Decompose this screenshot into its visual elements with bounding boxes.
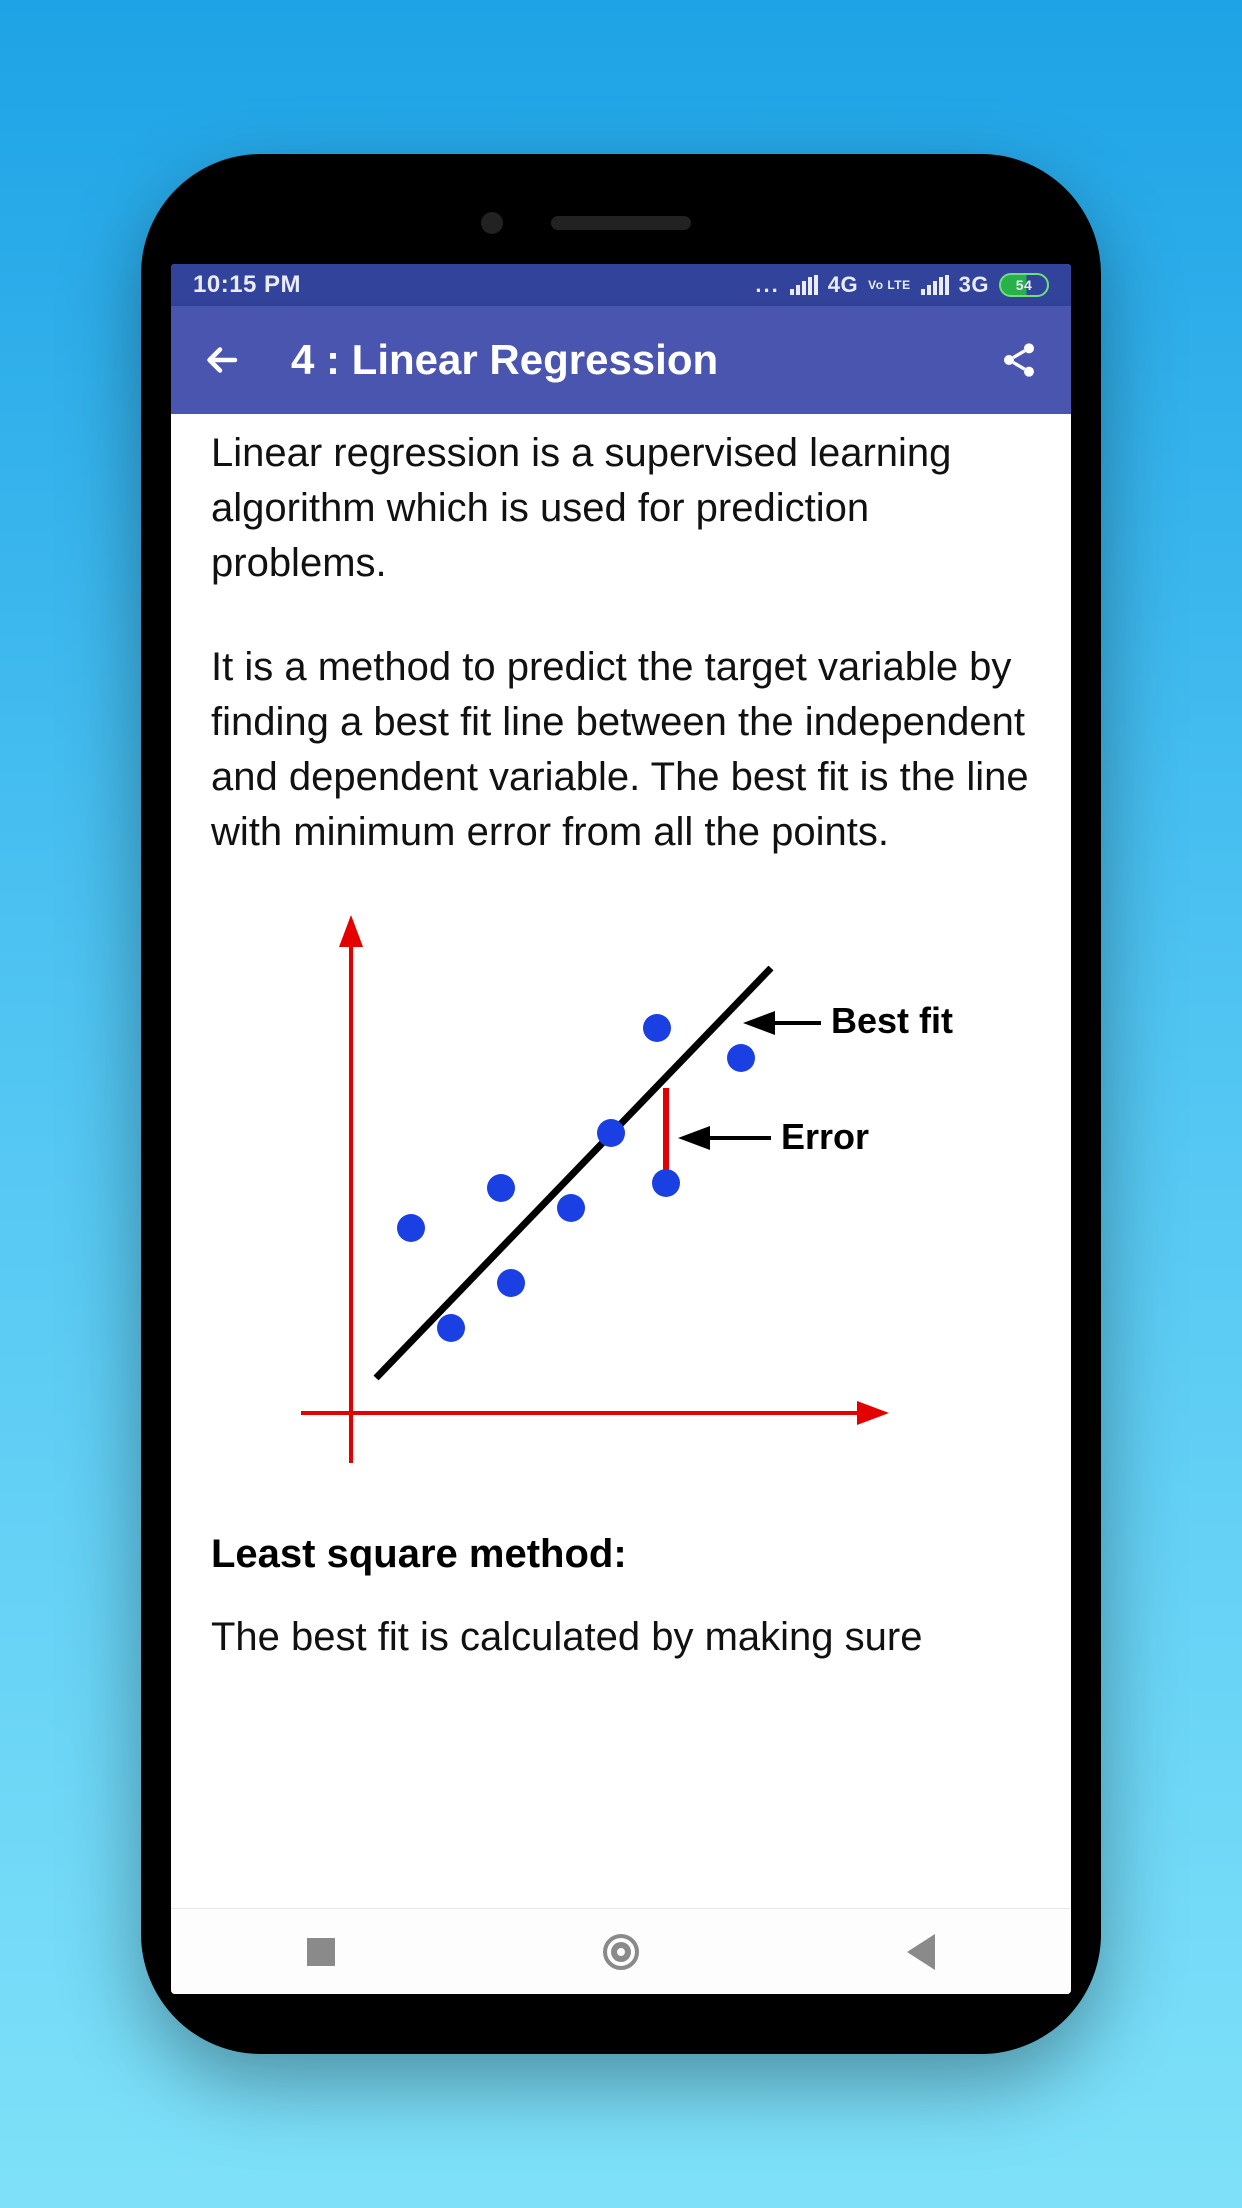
back-button[interactable] (195, 332, 251, 388)
circle-icon (603, 1934, 639, 1970)
status-dots-icon: ... (755, 272, 779, 298)
phone-frame: 10:15 PM ... 4G Vo LTE 3G 54 4 : Lin (141, 154, 1101, 2054)
system-nav-bar (171, 1908, 1071, 1994)
signal-bars-1-icon (790, 275, 818, 295)
screen: 10:15 PM ... 4G Vo LTE 3G 54 4 : Lin (171, 264, 1071, 1994)
status-bar: 10:15 PM ... 4G Vo LTE 3G 54 (171, 264, 1071, 306)
sensor-dot (481, 212, 503, 234)
paragraph-2: It is a method to predict the target var… (211, 640, 1031, 861)
square-icon (307, 1938, 335, 1966)
signal-bars-2-icon (921, 275, 949, 295)
page-title: 4 : Linear Regression (251, 336, 991, 384)
home-button[interactable] (561, 1922, 681, 1982)
triangle-left-icon (907, 1934, 935, 1970)
status-right: ... 4G Vo LTE 3G 54 (755, 272, 1049, 298)
battery-icon: 54 (999, 273, 1049, 297)
status-time: 10:15 PM (193, 271, 301, 298)
error-label: Error (781, 1116, 869, 1158)
battery-level: 54 (999, 273, 1049, 297)
earpiece (551, 216, 691, 230)
paragraph-1: Linear regression is a supervised learni… (211, 426, 1031, 592)
network-1-sublabel: Vo LTE (868, 279, 911, 291)
back-system-button[interactable] (861, 1922, 981, 1982)
paragraph-partial: The best fit is calculated by making sur… (211, 1615, 1031, 1660)
recent-apps-button[interactable] (261, 1922, 381, 1982)
regression-diagram: Best fit Error (211, 908, 1031, 1468)
network-2-label: 3G (959, 272, 989, 298)
article-content[interactable]: Linear regression is a supervised learni… (171, 414, 1071, 1908)
share-icon (999, 340, 1039, 380)
subheading-least-square: Least square method: (211, 1532, 1031, 1577)
arrow-left-icon (205, 342, 241, 378)
app-bar: 4 : Linear Regression (171, 306, 1071, 414)
network-1-label: 4G (828, 272, 858, 298)
share-button[interactable] (991, 332, 1047, 388)
best-fit-label: Best fit (831, 1000, 953, 1042)
